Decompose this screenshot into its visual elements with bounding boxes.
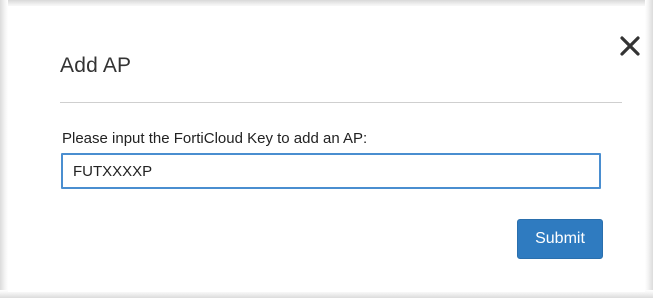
add-ap-dialog: Add AP Please input the FortiCloud Key t… [8, 6, 645, 292]
title-divider [60, 102, 622, 103]
dialog-title: Add AP [60, 54, 132, 77]
forticloud-key-input[interactable] [61, 153, 601, 189]
frame-left-shadow [0, 0, 8, 298]
forticloud-key-label: Please input the FortiCloud Key to add a… [62, 130, 368, 147]
dialog-frame: Add AP Please input the FortiCloud Key t… [0, 0, 653, 298]
close-icon [620, 36, 640, 56]
submit-button[interactable]: Submit [517, 219, 603, 259]
close-button[interactable] [617, 33, 643, 59]
frame-right-shadow [645, 0, 653, 298]
